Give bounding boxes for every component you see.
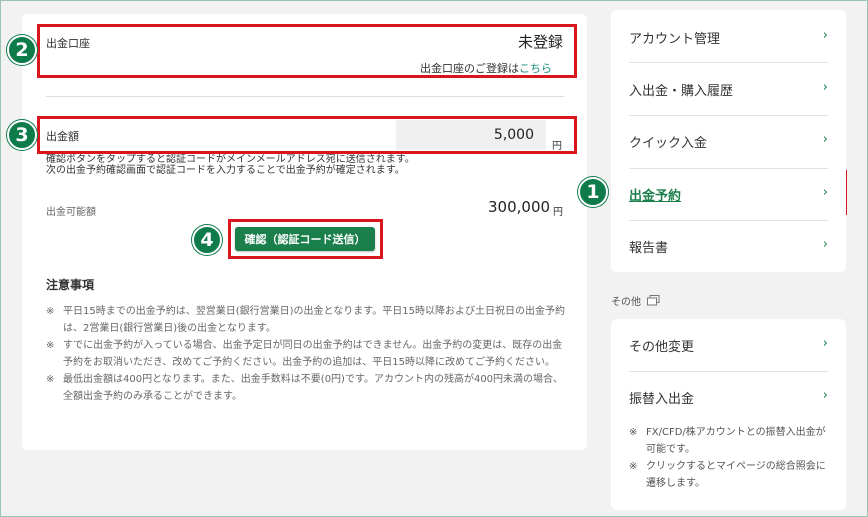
sidebar-other-card: その他変更 › 振替入出金 › ※ FX/CFD/株アカウントとの振替入出金が可能… <box>611 319 846 510</box>
sidebar-item-label: 報告書 <box>629 241 669 256</box>
transfer-note-text: FX/CFD/株アカウントとの振替入出金が可能です。 <box>646 427 826 455</box>
note-text: 平日15時までの出金予約は、翌営業日(銀行営業日)の出金となります。平日15時以… <box>63 306 565 334</box>
notes-title: 注意事項 <box>46 278 95 292</box>
highlight-amount <box>37 116 577 154</box>
sidebar-item-label: 入出金・購入履歴 <box>629 84 734 99</box>
sidebar-item-other-change[interactable]: その他変更 › <box>611 319 846 371</box>
transfer-note: ※ クリックするとマイページの総合照会に遷移します。 <box>629 458 829 492</box>
sidebar-item-withdrawal-reservation[interactable]: 出金予約 › <box>611 169 846 219</box>
highlight-withdrawal-account <box>37 24 577 78</box>
step-badge-1: 1 <box>578 177 608 207</box>
sidebar-item-quick-deposit[interactable]: クイック入金 › <box>611 116 846 168</box>
note-mark: ※ <box>629 461 638 472</box>
step-badge-3: 3 <box>7 120 37 150</box>
sidebar-item-reports[interactable]: 報告書 › <box>611 221 846 271</box>
sidebar-item-label: その他変更 <box>629 340 695 355</box>
sidebar-item-label: クイック入金 <box>629 136 708 151</box>
sidebar-item-account[interactable]: アカウント管理 › <box>611 10 846 62</box>
note-mark: ※ <box>46 340 55 351</box>
step-badge-4: 4 <box>192 225 222 255</box>
note-text: すでに出金予約が入っている場合、出金予定日が同日の出金予約はできません。出金予約… <box>63 340 563 368</box>
sidebar-item-label: アカウント管理 <box>629 32 721 47</box>
note-mark: ※ <box>46 374 55 385</box>
chevron-right-icon: › <box>822 237 828 252</box>
other-heading: その他 <box>611 293 660 308</box>
sidebar-item-history[interactable]: 入出金・購入履歴 › <box>611 63 846 115</box>
section-divider <box>46 96 564 97</box>
chevron-right-icon: › <box>822 28 828 43</box>
window-icon <box>647 295 660 306</box>
sidebar-item-label: 振替入出金 <box>629 392 695 407</box>
note-text: 最低出金額は400円となります。また、出金手数料は不要(0円)です。アカウント内… <box>63 374 564 402</box>
sidebar-item-label: 出金予約 <box>629 189 682 204</box>
transfer-note: ※ FX/CFD/株アカウントとの振替入出金が可能です。 <box>629 424 829 458</box>
chevron-right-icon: › <box>822 80 828 95</box>
amount-info-line2: 次の出金予約確認画面で認証コードを入力することで出金予約が確定されます。 <box>46 165 405 176</box>
highlight-confirm-button <box>228 219 383 259</box>
chevron-right-icon: › <box>822 132 828 147</box>
transfer-notes: ※ FX/CFD/株アカウントとの振替入出金が可能です。 ※ クリックするとマイペー… <box>629 424 829 492</box>
transfer-note-text: クリックするとマイページの総合照会に遷移します。 <box>646 461 826 489</box>
note-mark: ※ <box>629 427 638 438</box>
amount-info: 確認ボタンをタップすると認証コードがメインメールアドレス宛に送信されます。 次の… <box>46 154 415 176</box>
other-heading-label: その他 <box>611 297 641 308</box>
note-mark: ※ <box>46 306 55 317</box>
notes-list: ※ 平日15時までの出金予約は、翌営業日(銀行営業日)の出金となります。平日15時… <box>46 303 566 405</box>
available-unit: 円 <box>553 207 563 218</box>
chevron-right-icon: › <box>822 336 828 351</box>
sidebar-item-transfer[interactable]: 振替入出金 › <box>611 372 846 417</box>
sidebar-menu-card: アカウント管理 › 入出金・購入履歴 › クイック入金 › 出金予約 › 報告書… <box>611 10 846 272</box>
chevron-right-icon: › <box>822 185 828 200</box>
available-label: 出金可能額 <box>46 207 96 218</box>
amount-info-line1: 確認ボタンをタップすると認証コードがメインメールアドレス宛に送信されます。 <box>46 154 415 165</box>
note-item: ※ すでに出金予約が入っている場合、出金予定日が同日の出金予約はできません。出金予… <box>46 337 566 371</box>
step-badge-2: 2 <box>7 35 37 65</box>
available-value: 300,000 <box>488 198 551 216</box>
note-item: ※ 平日15時までの出金予約は、翌営業日(銀行営業日)の出金となります。平日15時… <box>46 303 566 337</box>
note-item: ※ 最低出金額は400円となります。また、出金手数料は不要(0円)です。アカウント… <box>46 371 566 405</box>
chevron-right-icon: › <box>822 388 828 403</box>
